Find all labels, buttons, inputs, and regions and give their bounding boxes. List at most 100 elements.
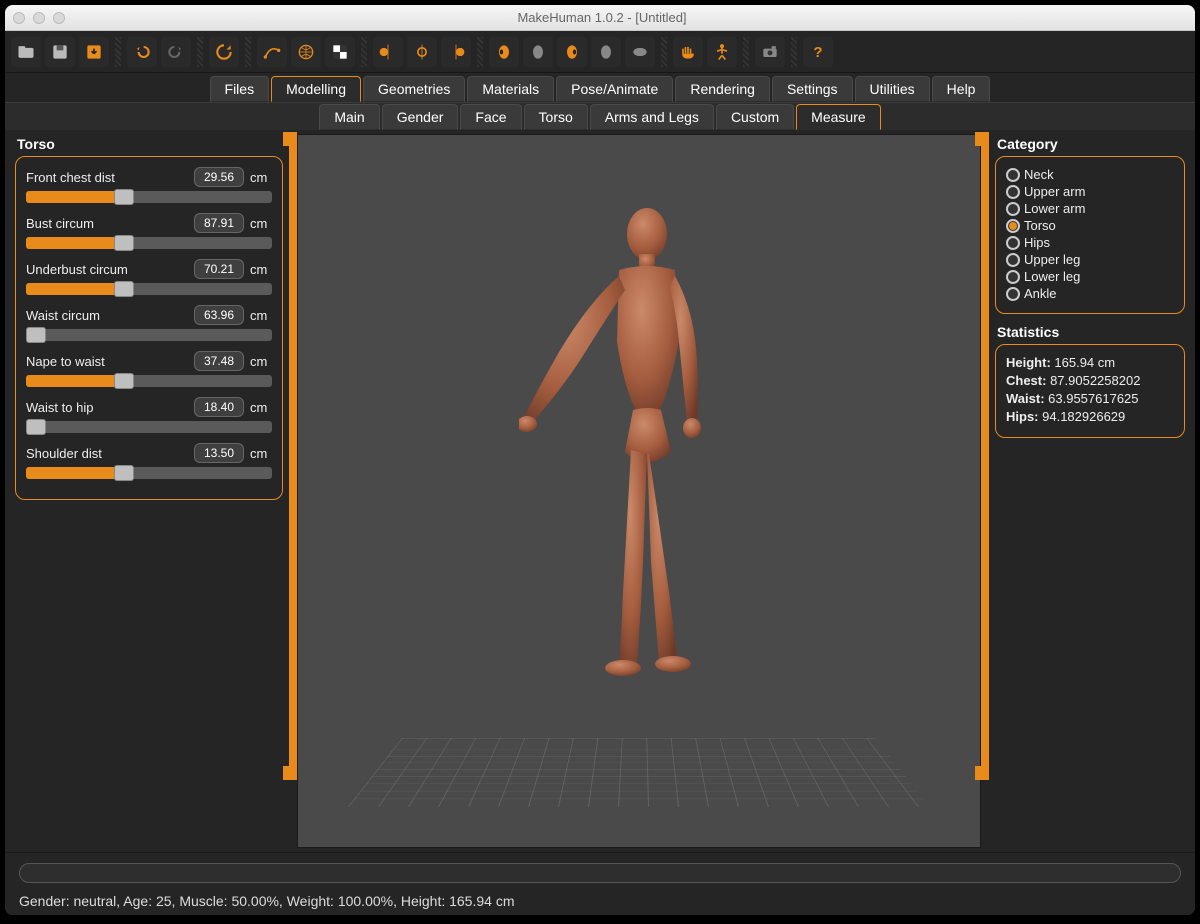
- measure-slider[interactable]: [26, 283, 272, 295]
- stat-waist: Waist: 63.9557617625: [1006, 391, 1174, 406]
- category-upper-arm[interactable]: Upper arm: [1006, 184, 1174, 199]
- head-right-button[interactable]: [557, 37, 587, 67]
- unit-label: cm: [250, 400, 272, 415]
- radio-icon: [1006, 202, 1020, 216]
- category-label: Neck: [1024, 167, 1054, 182]
- tab-materials[interactable]: Materials: [467, 76, 554, 102]
- checker-button[interactable]: [325, 37, 355, 67]
- zoom-icon[interactable]: [53, 12, 65, 24]
- subtab-face[interactable]: Face: [460, 104, 521, 130]
- category-torso[interactable]: Torso: [1006, 218, 1174, 233]
- subtab-custom[interactable]: Custom: [716, 104, 794, 130]
- head-left-button[interactable]: [489, 37, 519, 67]
- unit-label: cm: [250, 216, 272, 231]
- measure-slider[interactable]: [26, 375, 272, 387]
- measure-row: Waist to hip cm: [26, 397, 272, 417]
- category-neck[interactable]: Neck: [1006, 167, 1174, 182]
- unit-label: cm: [250, 354, 272, 369]
- tab-utilities[interactable]: Utilities: [855, 76, 930, 102]
- globe-button[interactable]: [291, 37, 321, 67]
- measure-input[interactable]: [194, 259, 244, 279]
- radio-icon: [1006, 270, 1020, 284]
- tab-modelling[interactable]: Modelling: [271, 76, 361, 102]
- subtab-arms-and-legs[interactable]: Arms and Legs: [590, 104, 714, 130]
- tab-rendering[interactable]: Rendering: [675, 76, 770, 102]
- toolbar-separator: [361, 37, 367, 67]
- measure-input[interactable]: [194, 443, 244, 463]
- measure-input[interactable]: [194, 397, 244, 417]
- measure-label: Nape to waist: [26, 354, 188, 369]
- pose-button[interactable]: [707, 37, 737, 67]
- measure-label: Bust circum: [26, 216, 188, 231]
- export-button[interactable]: [79, 37, 109, 67]
- minimize-icon[interactable]: [33, 12, 45, 24]
- close-icon[interactable]: [13, 12, 25, 24]
- measure-input[interactable]: [194, 213, 244, 233]
- category-upper-leg[interactable]: Upper leg: [1006, 252, 1174, 267]
- unit-label: cm: [250, 170, 272, 185]
- category-group: Neck Upper arm Lower arm Torso Hips Upper leg…: [995, 156, 1185, 314]
- status-line: Gender: neutral, Age: 25, Muscle: 50.00%…: [19, 893, 1181, 909]
- subtab-measure[interactable]: Measure: [796, 104, 880, 130]
- category-lower-arm[interactable]: Lower arm: [1006, 201, 1174, 216]
- redo-button[interactable]: [161, 37, 191, 67]
- head-back-button[interactable]: [591, 37, 621, 67]
- viewport-3d[interactable]: [297, 134, 981, 848]
- category-hips[interactable]: Hips: [1006, 235, 1174, 250]
- head-front-button[interactable]: [523, 37, 553, 67]
- measure-label: Shoulder dist: [26, 446, 188, 461]
- measure-slider[interactable]: [26, 329, 272, 341]
- stats-title: Statistics: [997, 324, 1185, 340]
- window-title: MakeHuman 1.0.2 - [Untitled]: [65, 10, 1139, 25]
- measure-input[interactable]: [194, 305, 244, 325]
- subtab-torso[interactable]: Torso: [524, 104, 588, 130]
- category-label: Torso: [1024, 218, 1056, 233]
- measure-input[interactable]: [194, 167, 244, 187]
- measure-slider[interactable]: [26, 191, 272, 203]
- tab-settings[interactable]: Settings: [772, 76, 853, 102]
- symmetry-right-button[interactable]: [441, 37, 471, 67]
- symmetry-left-button[interactable]: [373, 37, 403, 67]
- symmetry-mid-button[interactable]: [407, 37, 437, 67]
- measure-slider[interactable]: [26, 421, 272, 433]
- measure-slider[interactable]: [26, 237, 272, 249]
- app-window: MakeHuman 1.0.2 - [Untitled] ? FilesMode…: [5, 5, 1195, 915]
- undo-button[interactable]: [127, 37, 157, 67]
- category-lower-leg[interactable]: Lower leg: [1006, 269, 1174, 284]
- open-button[interactable]: [11, 37, 41, 67]
- category-label: Ankle: [1024, 286, 1057, 301]
- head-top-button[interactable]: [625, 37, 655, 67]
- stat-hips: Hips: 94.182926629: [1006, 409, 1174, 424]
- save-button[interactable]: [45, 37, 75, 67]
- main-toolbar: ?: [5, 31, 1195, 73]
- right-scrollbar[interactable]: [981, 136, 989, 776]
- radio-icon: [1006, 185, 1020, 199]
- category-title: Category: [997, 136, 1185, 152]
- measure-input[interactable]: [194, 351, 244, 371]
- torso-group-title: Torso: [17, 136, 283, 152]
- category-label: Hips: [1024, 235, 1050, 250]
- stats-group: Height: 165.94 cmChest: 87.9052258202Wai…: [995, 344, 1185, 438]
- hands-button[interactable]: [673, 37, 703, 67]
- tab-files[interactable]: Files: [210, 76, 270, 102]
- left-scrollbar[interactable]: [289, 136, 297, 776]
- measure-row: Waist circum cm: [26, 305, 272, 325]
- subtab-gender[interactable]: Gender: [382, 104, 459, 130]
- unit-label: cm: [250, 446, 272, 461]
- toolbar-separator: [115, 37, 121, 67]
- measure-label: Waist circum: [26, 308, 188, 323]
- toolbar-separator: [197, 37, 203, 67]
- tab-geometries[interactable]: Geometries: [363, 76, 465, 102]
- refresh-button[interactable]: [209, 37, 239, 67]
- camera-button[interactable]: [755, 37, 785, 67]
- category-ankle[interactable]: Ankle: [1006, 286, 1174, 301]
- help-button[interactable]: ?: [803, 37, 833, 67]
- measure-slider[interactable]: [26, 467, 272, 479]
- subtab-main[interactable]: Main: [319, 104, 379, 130]
- tab-pose-animate[interactable]: Pose/Animate: [556, 76, 673, 102]
- measure-row: Bust circum cm: [26, 213, 272, 233]
- primary-tabs: FilesModellingGeometriesMaterialsPose/An…: [5, 73, 1195, 102]
- edit-curve-button[interactable]: [257, 37, 287, 67]
- tab-help[interactable]: Help: [932, 76, 991, 102]
- floor-grid: [348, 738, 930, 807]
